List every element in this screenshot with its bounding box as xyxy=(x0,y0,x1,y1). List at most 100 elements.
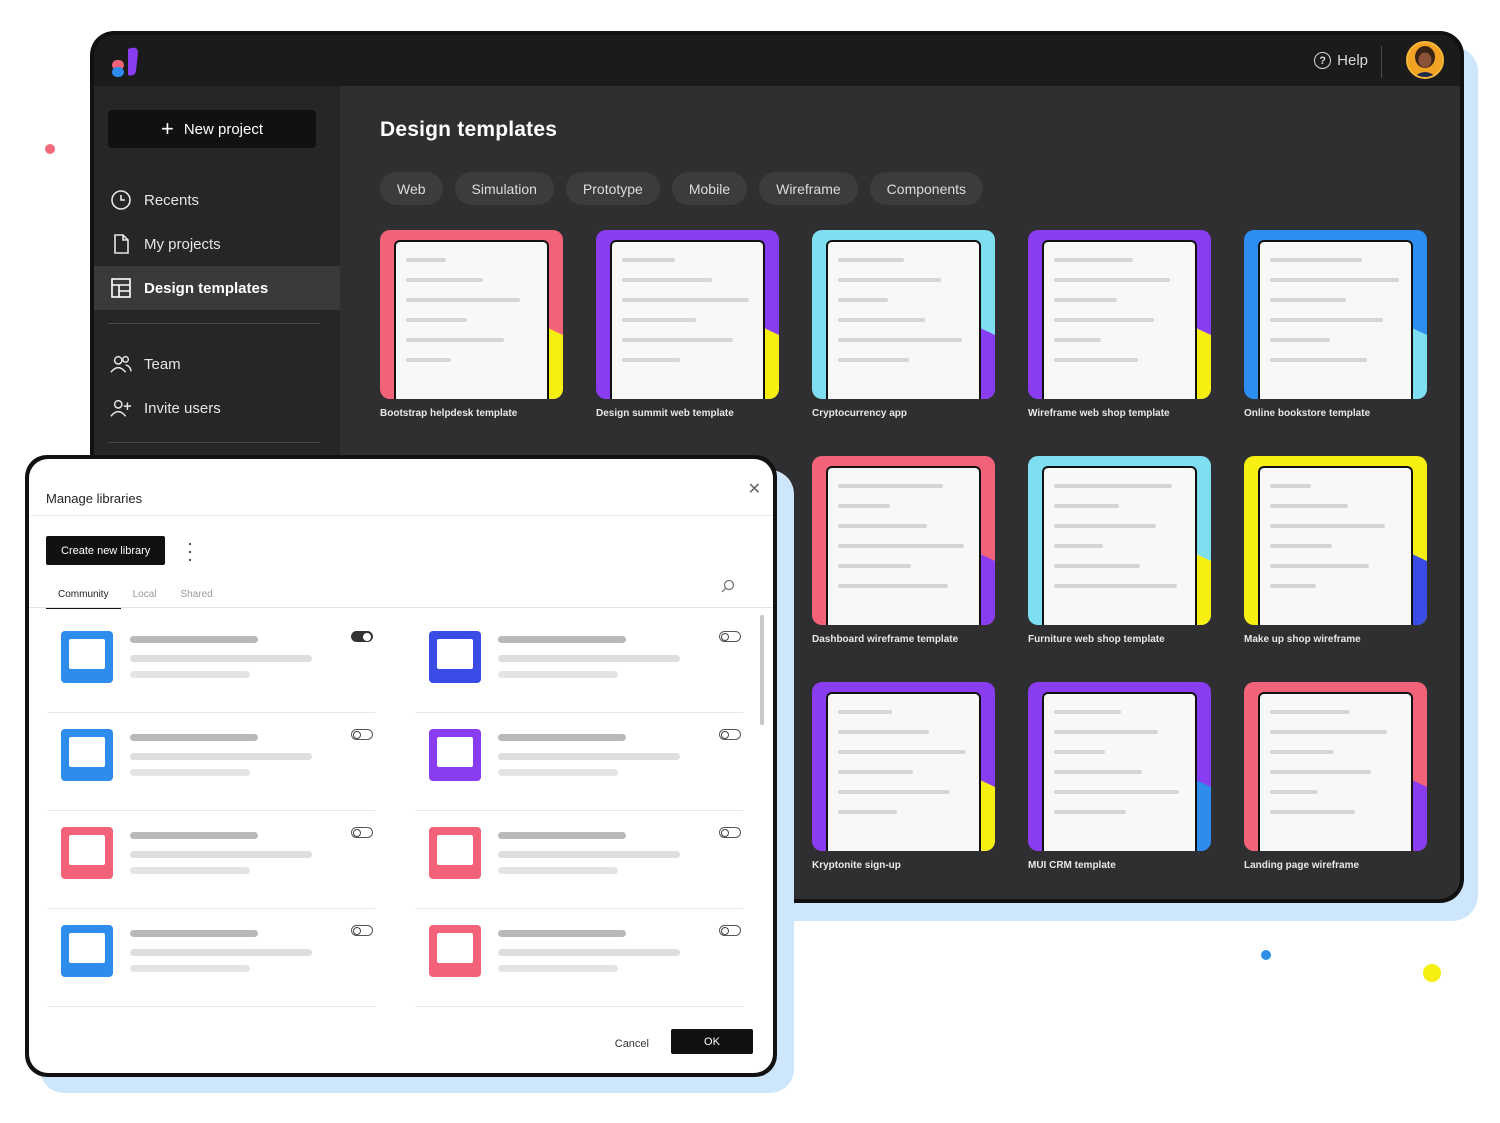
template-card[interactable]: Online bookstore template xyxy=(1244,230,1427,419)
template-thumbnail[interactable] xyxy=(380,230,563,399)
tab-wireframe[interactable]: Wireframe xyxy=(759,172,858,205)
new-project-button[interactable]: + New project xyxy=(108,110,316,148)
tab-components[interactable]: Components xyxy=(869,172,984,205)
tab-web[interactable]: Web xyxy=(380,172,443,205)
thumbnail-screen xyxy=(610,240,765,399)
thumbnail-line xyxy=(622,318,696,322)
template-card[interactable]: Design summit web template xyxy=(596,230,779,419)
template-thumbnail[interactable] xyxy=(1244,456,1427,625)
thumbnail-line xyxy=(838,564,911,568)
template-card[interactable]: Wireframe web shop template xyxy=(1028,230,1211,419)
template-card[interactable]: Furniture web shop template xyxy=(1028,456,1211,645)
library-row[interactable] xyxy=(47,615,375,713)
thumbnail-line xyxy=(1054,730,1158,734)
app-logo[interactable] xyxy=(110,45,140,79)
library-toggle[interactable] xyxy=(351,729,373,740)
library-thumbnail xyxy=(429,827,481,879)
scrollbar[interactable] xyxy=(760,615,764,725)
placeholder-text-bar xyxy=(498,965,618,972)
tab-local[interactable]: Local xyxy=(121,585,169,609)
library-thumbnail xyxy=(429,925,481,977)
thumbnail-line xyxy=(1270,358,1367,362)
library-thumbnail-screen xyxy=(69,933,105,963)
template-thumbnail[interactable] xyxy=(812,682,995,851)
close-icon[interactable]: ✕ xyxy=(748,479,761,499)
library-row[interactable] xyxy=(415,811,743,909)
thumbnail-line xyxy=(1270,524,1385,528)
library-toggle[interactable] xyxy=(351,925,373,936)
sidebar-item-recents[interactable]: Recents xyxy=(94,178,340,222)
library-toggle[interactable] xyxy=(351,827,373,838)
cancel-button[interactable]: Cancel xyxy=(615,1038,649,1050)
placeholder-text-bar xyxy=(130,636,258,643)
thumbnail-line xyxy=(838,710,892,714)
ok-button[interactable]: OK xyxy=(671,1029,753,1054)
avatar[interactable] xyxy=(1406,41,1444,79)
thumbnail-line xyxy=(838,790,950,794)
template-card[interactable]: Cryptocurrency app xyxy=(812,230,995,419)
help-icon: ? xyxy=(1314,52,1332,69)
library-row[interactable] xyxy=(47,713,375,811)
thumbnail-line xyxy=(1054,338,1101,342)
template-card[interactable]: Kryptonite sign-up xyxy=(812,682,995,871)
create-library-button[interactable]: Create new library xyxy=(46,536,166,565)
placeholder-text-bar xyxy=(130,930,258,937)
library-row[interactable] xyxy=(47,909,375,1007)
template-thumbnail[interactable] xyxy=(1028,230,1211,399)
template-card[interactable]: Dashboard wireframe template xyxy=(812,456,995,645)
tab-shared[interactable]: Shared xyxy=(168,585,224,609)
library-thumbnail-screen xyxy=(69,835,105,865)
tab-prototype[interactable]: Prototype xyxy=(565,172,660,205)
template-thumbnail[interactable] xyxy=(1028,682,1211,851)
template-thumbnail[interactable] xyxy=(812,456,995,625)
thumbnail-screen xyxy=(1042,466,1197,625)
template-thumbnail[interactable] xyxy=(812,230,995,399)
sidebar-item-team[interactable]: Team xyxy=(94,342,340,386)
dialog-title: Manage libraries xyxy=(46,491,143,506)
thumbnail-line xyxy=(1270,750,1334,754)
placeholder-text-bar xyxy=(498,832,626,839)
library-toggle[interactable] xyxy=(719,925,741,936)
placeholder-text-bar xyxy=(130,671,250,678)
library-row[interactable] xyxy=(415,909,743,1007)
placeholder-text-bar xyxy=(498,753,680,760)
search-icon[interactable] xyxy=(721,579,735,596)
template-card[interactable]: Make up shop wireframe xyxy=(1244,456,1427,645)
sidebar-divider xyxy=(108,442,320,443)
sidebar-item-invite-users[interactable]: Invite users xyxy=(94,386,340,430)
more-options-icon[interactable]: · · · xyxy=(187,534,193,568)
library-row[interactable] xyxy=(415,615,743,713)
library-thumbnail-screen xyxy=(437,737,473,767)
library-thumbnail xyxy=(61,827,113,879)
thumbnail-line xyxy=(622,338,733,342)
thumbnail-line xyxy=(838,258,904,262)
thumbnail-line xyxy=(838,278,941,282)
library-toggle[interactable] xyxy=(719,631,741,642)
thumbnail-line xyxy=(838,504,890,508)
library-row[interactable] xyxy=(47,811,375,909)
template-thumbnail[interactable] xyxy=(1244,682,1427,851)
library-toggle[interactable] xyxy=(351,631,373,642)
help-button[interactable]: ? Help xyxy=(1314,52,1368,69)
tab-mobile[interactable]: Mobile xyxy=(671,172,748,205)
library-toggle[interactable] xyxy=(719,729,741,740)
placeholder-text-bar xyxy=(130,867,250,874)
thumbnail-line xyxy=(622,258,675,262)
library-toggle[interactable] xyxy=(719,827,741,838)
template-card[interactable]: Bootstrap helpdesk template xyxy=(380,230,563,419)
tab-simulation[interactable]: Simulation xyxy=(454,172,554,205)
library-row[interactable] xyxy=(415,713,743,811)
template-card[interactable]: MUI CRM template xyxy=(1028,682,1211,871)
template-thumbnail[interactable] xyxy=(596,230,779,399)
sidebar-item-design-templates[interactable]: Design templates xyxy=(94,266,340,310)
template-card[interactable]: Landing page wireframe xyxy=(1244,682,1427,871)
sidebar-item-my-projects[interactable]: My projects xyxy=(94,222,340,266)
template-thumbnail[interactable] xyxy=(1244,230,1427,399)
tab-community[interactable]: Community xyxy=(46,585,121,609)
thumbnail-line xyxy=(1270,278,1399,282)
thumbnail-line xyxy=(1054,298,1117,302)
template-label: Wireframe web shop template xyxy=(1028,408,1170,419)
thumbnail-line xyxy=(1270,484,1311,488)
thumbnail-line xyxy=(406,318,467,322)
template-thumbnail[interactable] xyxy=(1028,456,1211,625)
